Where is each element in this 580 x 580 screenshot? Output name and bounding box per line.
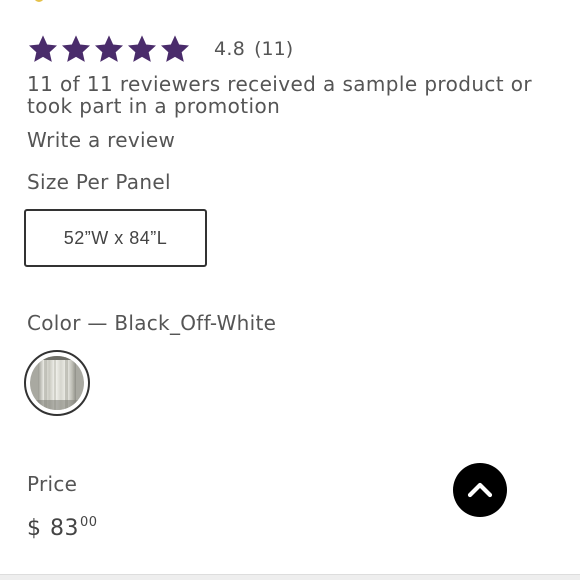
star-icon [62, 35, 90, 62]
star-rating [27, 33, 191, 65]
color-label: Color — Black_Off-White [27, 311, 277, 335]
size-label: Size Per Panel [27, 170, 171, 194]
star-icon [29, 35, 57, 62]
review-disclaimer: 11 of 11 reviewers received a sample pro… [27, 72, 533, 118]
star-icon [128, 35, 156, 62]
price-value: $ 83 00 [27, 515, 98, 543]
size-option-button[interactable]: 52”W x 84”L [24, 209, 207, 267]
price-label: Price [27, 472, 78, 496]
price-cents: 00 [80, 515, 98, 530]
rating-summary[interactable]: 4.8 (11) [27, 31, 293, 67]
write-review-link[interactable]: Write a review [27, 128, 175, 152]
price-currency: $ [27, 516, 41, 541]
product-details-panel: 4.8 (11) 11 of 11 reviewers received a s… [0, 0, 580, 580]
star-icon [95, 35, 123, 62]
rating-value: 4.8 [214, 38, 246, 60]
scroll-to-top-button[interactable] [453, 463, 507, 517]
curtain-swatch-image [30, 356, 84, 410]
chevron-up-icon [467, 482, 493, 498]
star-icon [161, 35, 189, 62]
color-swatch-button[interactable] [24, 350, 90, 416]
price-dollars: 83 [50, 516, 79, 541]
review-count: (11) [254, 38, 294, 60]
badge-sliver [34, 0, 44, 2]
bottom-divider [0, 574, 580, 580]
